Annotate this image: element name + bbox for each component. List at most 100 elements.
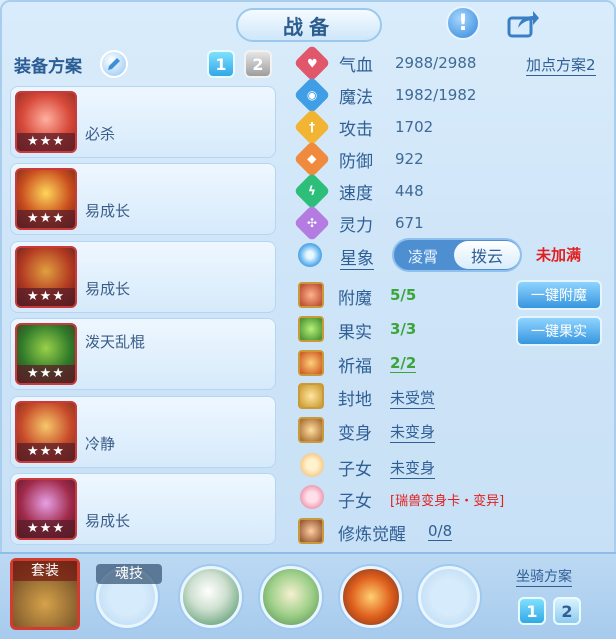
equipment-icon: ★★★ [15,91,77,153]
fruit-value: 3/3 [390,320,417,338]
soul-skill-slot-2[interactable] [180,566,242,628]
enchant-value: 5/5 [390,286,417,304]
toggle-option-lingxiao[interactable]: 凌霄 [408,246,438,267]
equipment-icon: ★★★ [15,323,77,386]
equipment-name: 冷静 [85,434,116,453]
stat-label: 气血 [339,55,373,76]
cultivation-awaken-label: 修炼觉醒 [338,525,406,545]
equipment-plan-1-button[interactable]: 1 [207,50,235,78]
star-sign-status: 未加满 [536,246,582,264]
star-rating: ★★★ [17,365,75,384]
stat-row-hp: ♥ 气血 2988/2988 [293,44,477,82]
equipment-card[interactable]: ★★★ 易成长 [10,240,276,313]
star-sign-toggle[interactable]: 凌霄 拨云 [392,238,522,272]
stat-value: 671 [395,214,424,232]
exclamation-icon: ! [457,10,469,36]
soul-skill-slot-4[interactable] [340,566,402,628]
page-title: 战备 [236,8,382,42]
star-rating: ★★★ [17,210,75,229]
stat-label: 攻击 [339,119,373,140]
equipment-plan-label: 装备方案 [14,57,82,77]
fief-icon [298,383,324,409]
blessing-label: 祈福 [338,357,372,377]
child-icon [300,453,324,477]
one-click-fruit-button[interactable]: 一键果实 [516,316,602,346]
star-rating: ★★★ [17,519,75,538]
equipment-name: 易成长 [85,279,131,298]
stat-row-speed: ϟ 速度 448 [293,172,424,210]
fruit-label: 果实 [338,323,372,343]
mount-plan-label: 坐骑方案 [516,566,572,587]
equipment-card[interactable]: ★★★ 冷静 [10,395,276,468]
stat-row-spirit: ✣ 灵力 671 [293,204,424,242]
transform-value[interactable]: 未变身 [390,421,436,443]
stat-label: 灵力 [339,215,373,236]
set-label: 套装 [13,561,77,581]
heart-icon: ♥ [293,44,331,82]
set-button[interactable]: 套装 [10,558,80,630]
stat-value: 922 [395,150,424,168]
equipment-name: 泼天乱棍 [85,333,146,352]
star-sign-icon [298,243,322,267]
equipment-card[interactable]: ★★★ 必杀 [10,86,276,158]
soul-skill-slot-5[interactable] [418,566,480,628]
equipment-icon: ★★★ [15,168,77,231]
edit-plan-button[interactable] [100,50,128,78]
star-rating: ★★★ [17,442,75,461]
stat-row-mp: ◉ 魔法 1982/1982 [293,76,477,114]
add-point-plan-link[interactable]: 加点方案2 [526,54,596,76]
stat-label: 防御 [339,151,373,172]
fief-value[interactable]: 未受赏 [390,387,436,409]
equipment-card[interactable]: ★★★ 易成长 [10,472,276,545]
spirit-icon: ✣ [293,204,331,242]
enchant-icon [298,282,324,308]
equipment-name: 必杀 [85,125,116,143]
stat-value: 1702 [395,118,434,136]
cultivation-awaken-value[interactable]: 0/8 [428,522,453,541]
stat-label: 魔法 [339,87,373,108]
child-label-2: 子女 [338,492,372,512]
soul-skill-label: 魂技 [96,564,162,584]
share-button[interactable] [506,6,540,40]
child-pet-icon [300,485,324,509]
enchant-label: 附魔 [338,289,372,309]
equipment-name: 易成长 [85,511,131,530]
child-transform-card-value: [瑞兽变身卡・变异] [390,494,505,509]
sword-icon: † [293,108,331,146]
star-sign-link[interactable]: 星象 [340,244,374,270]
stat-value: 1982/1982 [395,86,477,104]
child-label: 子女 [338,460,372,480]
equipment-name: 易成长 [85,202,131,221]
info-button[interactable]: ! [446,6,480,40]
equipment-icon: ★★★ [15,400,77,463]
equipment-list: ★★★ 必杀 ★★★ 易成长 ★★★ 易成长 ★★★ 泼天乱棍 ★★★ 冷静 ★… [10,86,276,550]
equipment-plan-2-button[interactable]: 2 [244,50,272,78]
stat-label: 速度 [339,183,373,204]
mount-plan-2-button[interactable]: 2 [553,597,581,625]
stat-value: 448 [395,182,424,200]
blessing-value[interactable]: 2/2 [390,354,417,373]
equipment-card[interactable]: ★★★ 泼天乱棍 [10,318,276,391]
toggle-option-boyun[interactable]: 拨云 [454,241,520,269]
one-click-enchant-button[interactable]: 一键附魔 [516,280,602,310]
transform-label: 变身 [338,424,372,444]
magic-icon: ◉ [293,76,331,114]
transform-icon [298,417,324,443]
cultivation-icon [298,518,324,544]
equipment-icon: ★★★ [15,477,77,540]
equipment-icon: ★★★ [15,245,77,308]
star-rating: ★★★ [17,287,75,306]
equipment-card[interactable]: ★★★ 易成长 [10,163,276,236]
child-value[interactable]: 未变身 [390,457,436,479]
shield-icon: ◆ [293,140,331,178]
blessing-icon [298,350,324,376]
soul-skill-slot-3[interactable] [260,566,322,628]
mount-plan-1-button[interactable]: 1 [518,597,546,625]
stat-row-defense: ◆ 防御 922 [293,140,424,178]
stat-row-attack: † 攻击 1702 [293,108,434,146]
pen-icon [108,58,120,70]
stat-value: 2988/2988 [395,54,477,72]
fruit-icon [298,316,324,342]
share-icon [507,11,539,38]
lightning-icon: ϟ [293,172,331,210]
